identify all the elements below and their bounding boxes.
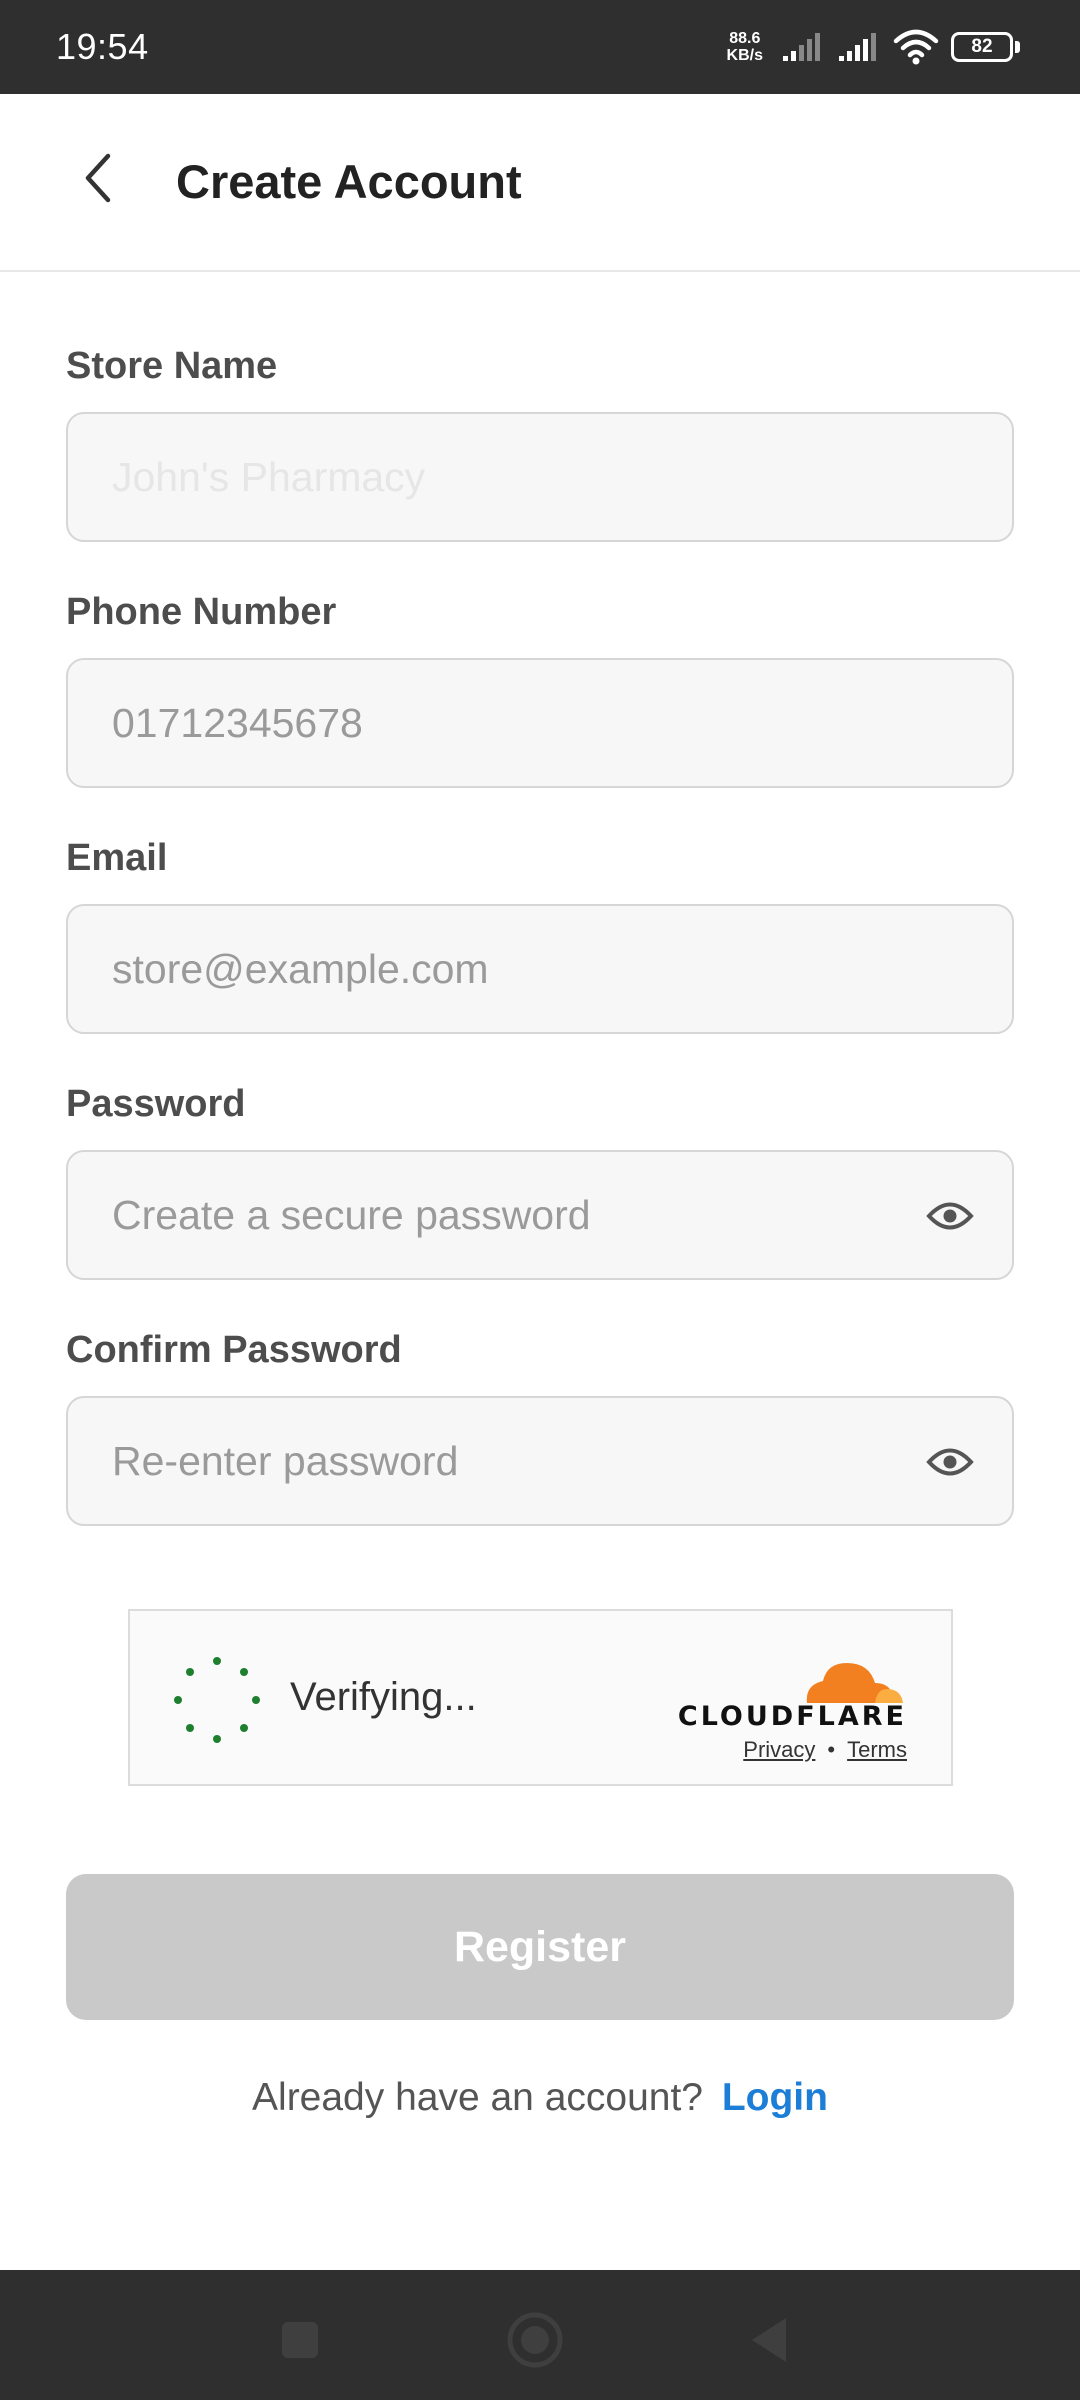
register-button[interactable]: Register xyxy=(66,1874,1014,2020)
captcha-status: Verifying... xyxy=(290,1675,477,1719)
login-prompt-text: Already have an account? xyxy=(252,2076,703,2119)
phone-field-box xyxy=(66,658,1014,788)
email-field-box xyxy=(66,904,1014,1034)
password-group: Password xyxy=(66,1078,1014,1280)
eye-icon xyxy=(926,1448,974,1476)
email-input[interactable] xyxy=(112,945,968,993)
phone-label: Phone Number xyxy=(66,591,337,633)
back-button[interactable] xyxy=(66,146,130,210)
password-input[interactable] xyxy=(112,1191,968,1239)
eye-icon xyxy=(926,1202,974,1230)
chevron-left-icon xyxy=(85,153,111,203)
store-name-field-box xyxy=(66,412,1014,542)
signal-icon xyxy=(839,33,876,61)
status-time: 19:54 xyxy=(56,26,149,67)
confirm-password-input[interactable] xyxy=(112,1437,968,1485)
privacy-link[interactable]: Privacy xyxy=(743,1737,815,1763)
confirm-password-label: Confirm Password xyxy=(66,1329,402,1371)
system-nav-bar xyxy=(0,2270,1080,2400)
login-link[interactable]: Login xyxy=(722,2076,828,2119)
status-bar: 19:54 88.6 KB/s 82 xyxy=(0,0,1080,94)
confirm-password-visibility-toggle[interactable] xyxy=(922,1436,978,1488)
recents-square-icon xyxy=(282,2322,318,2358)
back-nav-button[interactable] xyxy=(740,2310,800,2370)
app-header: Create Account xyxy=(0,94,1080,272)
back-triangle-icon xyxy=(752,2318,786,2362)
phone-group: Phone Number xyxy=(66,586,1014,788)
password-field-box xyxy=(66,1150,1014,1280)
password-visibility-toggle[interactable] xyxy=(922,1190,978,1242)
email-group: Email xyxy=(66,832,1014,1034)
battery-level: 82 xyxy=(971,36,993,57)
network-speed: 88.6 KB/s xyxy=(727,30,763,64)
store-name-label: Store Name xyxy=(66,345,278,387)
recents-button[interactable] xyxy=(270,2310,330,2370)
login-prompt: Already have an account? Login xyxy=(0,2076,1080,2120)
registration-form: Store Name Phone Number Email Password xyxy=(66,340,1014,1570)
battery-icon: 82 xyxy=(951,32,1020,62)
store-name-input[interactable] xyxy=(112,453,968,501)
link-separator: • xyxy=(827,1737,836,1762)
network-speed-value: 88.6 xyxy=(729,30,761,47)
email-label: Email xyxy=(66,837,168,879)
confirm-password-group: Confirm Password xyxy=(66,1324,1014,1526)
confirm-password-field-box xyxy=(66,1396,1014,1526)
home-button[interactable] xyxy=(505,2310,565,2370)
store-name-group: Store Name xyxy=(66,340,1014,542)
network-speed-unit: KB/s xyxy=(726,47,763,64)
page-title: Create Account xyxy=(176,155,522,208)
home-circle-icon xyxy=(507,2312,563,2368)
cloudflare-captcha[interactable]: Verifying... CLOUDFLARE Privacy • Terms xyxy=(128,1609,953,1786)
password-label: Password xyxy=(66,1083,246,1125)
wifi-icon xyxy=(893,29,939,65)
terms-link[interactable]: Terms xyxy=(847,1737,907,1763)
cloudflare-wordmark: CLOUDFLARE xyxy=(677,1701,907,1732)
captcha-links: Privacy • Terms xyxy=(743,1737,907,1763)
status-icons: 88.6 KB/s 82 xyxy=(727,24,1020,70)
signal-icon xyxy=(783,33,820,61)
loading-spinner-icon xyxy=(174,1657,260,1743)
phone-input[interactable] xyxy=(112,699,968,747)
